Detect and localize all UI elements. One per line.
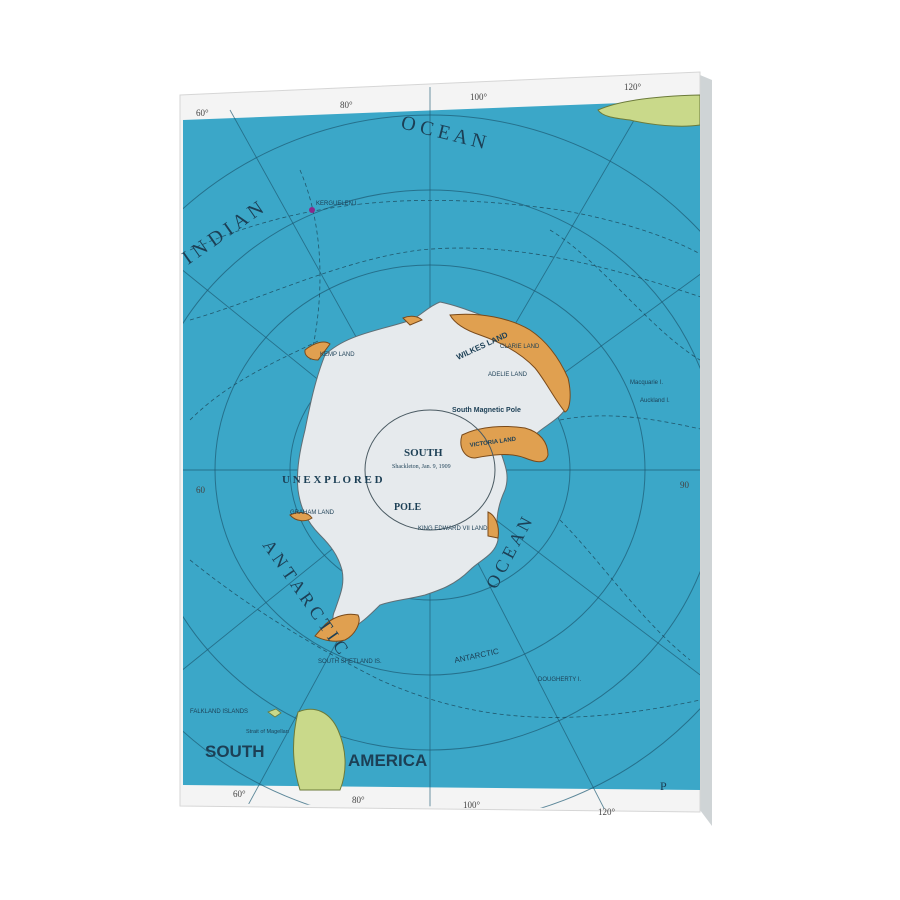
label-adelie-land: ADELIE LAND	[488, 372, 528, 378]
top-tick-1: 60°	[196, 108, 209, 118]
corner-letter: P	[660, 779, 667, 793]
label-magellan: Strait of Magellan	[246, 729, 289, 735]
label-macquarie: Macquarie I.	[630, 380, 663, 386]
top-tick-3: 100°	[470, 92, 488, 102]
canvas-side-edge	[700, 75, 712, 826]
side-mark-left: 60	[196, 485, 206, 495]
side-mark-right: 90	[680, 480, 690, 490]
kerguelen-marker	[309, 207, 315, 213]
map-svg: I N D I A N O C E A N A N T A R C T I C …	[178, 71, 712, 826]
canvas-print: I N D I A N O C E A N A N T A R C T I C …	[0, 0, 900, 900]
label-south-magnetic-pole: South Magnetic Pole	[452, 407, 521, 414]
label-kemp-land: KEMP LAND	[320, 352, 355, 358]
bottom-tick-4: 120°	[598, 807, 616, 817]
label-kerguelen: KERGUELEN I.	[316, 201, 358, 207]
label-south-america-2: AMERICA	[348, 751, 427, 770]
label-shackleton: Shackleton, Jan. 9, 1909	[392, 464, 451, 470]
label-south-america-1: SOUTH	[205, 742, 265, 761]
label-clarie-land: CLARIE LAND	[500, 344, 540, 350]
label-falkland: FALKLAND ISLANDS	[190, 709, 248, 715]
bottom-tick-3: 100°	[463, 800, 481, 810]
label-auckland: Auckland I.	[640, 398, 670, 404]
bottom-tick-2: 80°	[352, 795, 365, 805]
bottom-tick-1: 60°	[233, 789, 246, 799]
label-pole: POLE	[394, 502, 422, 513]
label-south: SOUTH	[404, 447, 443, 459]
top-tick-2: 80°	[340, 100, 353, 110]
label-king-edward: KING EDWARD VII LAND	[418, 526, 488, 532]
top-tick-4: 120°	[624, 82, 642, 92]
label-south-shetland: SOUTH SHETLAND IS.	[318, 659, 382, 665]
label-unexplored: U N E X P L O R E D	[282, 474, 383, 486]
label-graham-land: GRAHAM LAND	[290, 510, 335, 516]
label-dougherty: DOUGHERTY I.	[538, 677, 581, 683]
